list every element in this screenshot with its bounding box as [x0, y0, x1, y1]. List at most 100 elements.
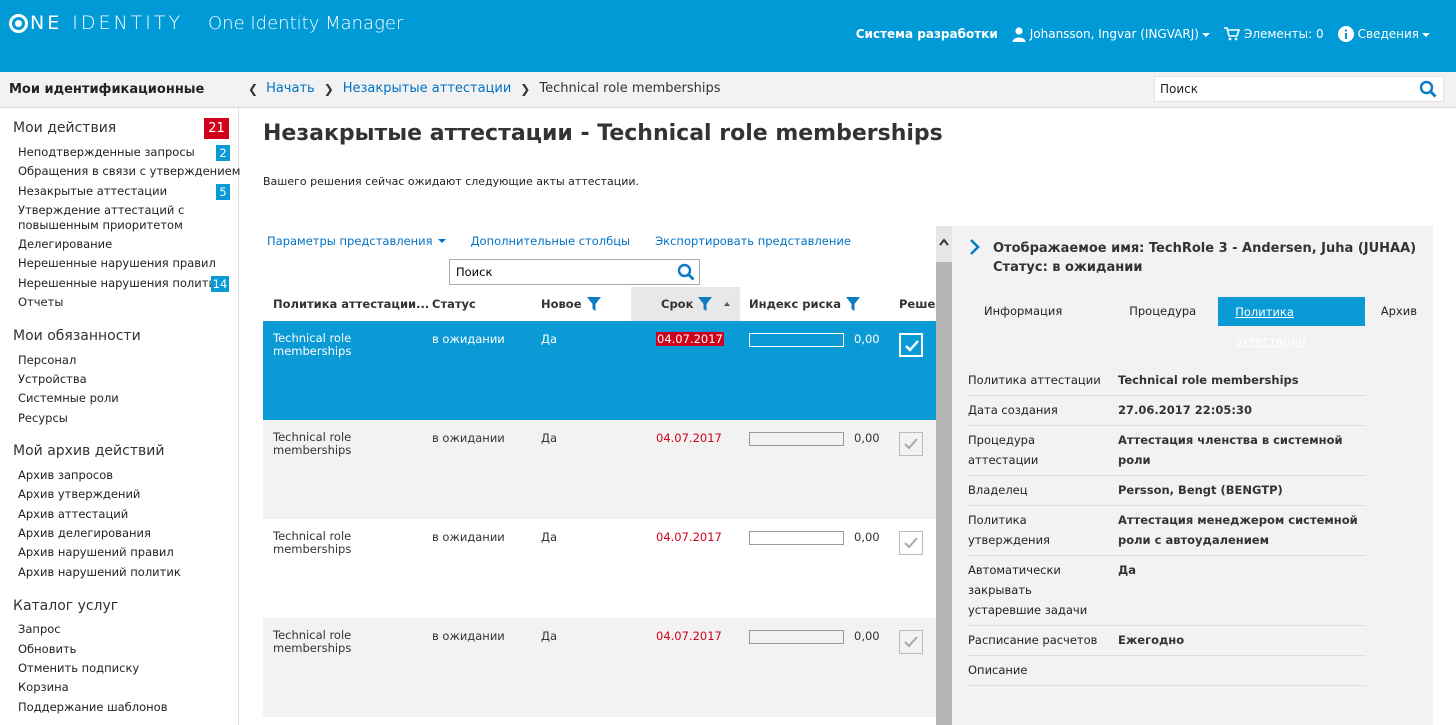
table-row[interactable]: Technical role memberships в ожидании Да… [263, 420, 936, 519]
sidebar-group-my-actions[interactable]: Мои действия [13, 120, 116, 136]
sidebar: Мои действия 21 Неподтвержденные запросы… [0, 108, 240, 725]
sub-header: Мои идентификационные ❮ Начать ❯ Незакры… [0, 72, 1456, 108]
breadcrumb: ❮ Начать ❯ Незакрытые аттестации ❯ Techn… [248, 81, 721, 96]
sidebar-item-rule-violations[interactable]: Нерешенные нарушения правил [18, 256, 216, 270]
system-link[interactable]: Система разработки [856, 27, 998, 41]
checkmark-icon [904, 537, 918, 549]
decision-checkbox[interactable] [899, 432, 923, 456]
sidebar-group-responsibilities[interactable]: Мои обязанности [13, 328, 141, 344]
col-header-status[interactable]: Статус [432, 297, 476, 311]
user-menu[interactable]: Johansson, Ingvar (INGVARJ) [1012, 26, 1210, 42]
sidebar-item-pending-attestations[interactable]: Незакрытые аттестации [18, 184, 167, 198]
info-label: Сведения [1357, 27, 1419, 41]
search-icon[interactable] [677, 263, 695, 281]
info-menu[interactable]: Сведения [1337, 26, 1430, 42]
risk-index-bar [749, 432, 844, 446]
property-row: Процедура аттестации Аттестация членства … [968, 426, 1366, 476]
filter-icon[interactable] [698, 297, 713, 311]
sidebar-item-devices[interactable]: Устройства [18, 372, 87, 386]
sidebar-item-approval-inquiries[interactable]: Обращения в связи с утверждением [18, 164, 240, 178]
tab-attestation-policy[interactable]: Политика аттестации [1218, 297, 1365, 348]
view-settings-link[interactable]: Параметры представления [267, 234, 446, 248]
breadcrumb-current: Technical role memberships [539, 81, 721, 96]
col-header-risk[interactable]: Индекс риска [749, 297, 860, 311]
sidebar-group-service-catalog[interactable]: Каталог услуг [13, 598, 118, 614]
breadcrumb-start[interactable]: Начать [266, 81, 315, 96]
detail-status: Статус: в ожидании [993, 260, 1143, 275]
breadcrumb-back-icon[interactable]: ❮ [248, 82, 258, 96]
filter-icon[interactable] [845, 297, 860, 311]
cell-policy: Technical role memberships [273, 628, 352, 655]
tab-information[interactable]: Информация [968, 297, 1078, 326]
col-header-new[interactable]: Новое [541, 297, 601, 311]
chevron-up-icon[interactable] [939, 238, 949, 246]
sidebar-item-reports[interactable]: Отчеты [18, 295, 63, 309]
chevron-right-icon[interactable] [968, 239, 980, 255]
table-row[interactable]: Technical role memberships в ожидании Да… [263, 321, 936, 420]
sidebar-item-cart[interactable]: Корзина [18, 680, 69, 694]
cell-policy: Technical role memberships [273, 529, 352, 556]
col-header-policy[interactable]: Политика аттестации... [273, 297, 429, 311]
sidebar-item-escalated-attestations[interactable]: Утверждение аттестаций с повышенным прио… [18, 203, 188, 233]
checkmark-icon [905, 340, 919, 352]
sidebar-item-unsubscribe[interactable]: Отменить подписку [18, 661, 139, 675]
decision-checkbox[interactable] [899, 531, 923, 555]
sidebar-item-pending-requests[interactable]: Неподтвержденные запросы [18, 145, 195, 159]
grid-search [449, 259, 700, 285]
search-icon[interactable] [1419, 80, 1437, 98]
sidebar-item-attestation-archive[interactable]: Архив аттестаций [18, 507, 128, 521]
page-title: Незакрытые аттестации - Technical role m… [263, 121, 943, 146]
tab-archive[interactable]: Архив [1365, 297, 1433, 326]
sidebar-item-templates[interactable]: Поддержание шаблонов [18, 700, 167, 714]
export-view-link[interactable]: Экспортировать представление [655, 234, 851, 248]
property-row: Политика аттестации Technical role member… [968, 366, 1366, 396]
sidebar-item-system-roles[interactable]: Системные роли [18, 391, 119, 405]
cell-status: в ожидании [432, 431, 505, 445]
sidebar-item-personnel[interactable]: Персонал [18, 353, 76, 367]
scrollbar-thumb[interactable] [936, 262, 952, 725]
table-row[interactable]: Technical role memberships в ожидании Да… [263, 618, 936, 717]
sidebar-item-request-archive[interactable]: Архив запросов [18, 468, 113, 482]
col-header-due[interactable]: Срок [661, 297, 731, 311]
breadcrumb-pending-attestations[interactable]: Незакрытые аттестации [343, 81, 512, 96]
property-key: Владелец [968, 483, 1028, 497]
sidebar-item-policy-violations[interactable]: Нерешенные нарушения политик [18, 276, 223, 290]
tab-procedure[interactable]: Процедура [1113, 297, 1212, 326]
sidebar-item-approval-archive[interactable]: Архив утверждений [18, 487, 140, 501]
sort-ascending-icon [724, 302, 731, 306]
sidebar-item-policy-violation-archive[interactable]: Архив нарушений политик [18, 565, 181, 579]
global-search-input[interactable] [1155, 77, 1405, 101]
additional-columns-link[interactable]: Дополнительные столбцы [471, 234, 631, 248]
pending-attestations-badge: 5 [216, 184, 230, 200]
cell-risk-value: 0,00 [854, 629, 880, 643]
cell-due: 04.07.2017 [656, 530, 722, 544]
logo-word1: NE [30, 12, 63, 34]
sidebar-item-delegation-archive[interactable]: Архив делегирования [18, 526, 151, 540]
cell-new: Да [541, 530, 558, 544]
risk-index-bar [749, 630, 844, 644]
cell-policy: Technical role memberships [273, 430, 352, 457]
decision-checkbox[interactable] [899, 333, 923, 357]
sidebar-item-renew[interactable]: Обновить [18, 642, 76, 656]
sidebar-item-request[interactable]: Запрос [18, 622, 61, 636]
property-key: Политика утверждения [968, 513, 1050, 547]
chevron-down-icon [1201, 33, 1210, 37]
info-icon [1337, 26, 1354, 42]
detail-header: Отображаемое имя: TechRole 3 - Andersen,… [993, 239, 1416, 277]
property-value: Ежегодно [1118, 633, 1185, 647]
cell-due: 04.07.2017 [656, 332, 724, 346]
cart-link[interactable]: Элементы: 0 [1223, 27, 1324, 41]
sidebar-item-rule-violation-archive[interactable]: Архив нарушений правил [18, 545, 174, 559]
grid-search-input[interactable] [450, 260, 670, 284]
sidebar-group-action-archive[interactable]: Мой архив действий [13, 443, 164, 459]
due-date: 04.07.2017 [656, 530, 722, 544]
decision-checkbox[interactable] [899, 630, 923, 654]
risk-index-bar [749, 333, 844, 347]
sidebar-item-resources[interactable]: Ресурсы [18, 411, 68, 425]
filter-icon[interactable] [586, 297, 601, 311]
sidebar-item-delegation[interactable]: Делегирование [18, 237, 112, 251]
brand-logo[interactable]: NE IDENTITY [9, 12, 183, 34]
logo-word2: IDENTITY [72, 12, 184, 34]
pane-scrollbar[interactable] [936, 226, 952, 725]
table-row[interactable]: Technical role memberships в ожидании Да… [263, 519, 936, 618]
